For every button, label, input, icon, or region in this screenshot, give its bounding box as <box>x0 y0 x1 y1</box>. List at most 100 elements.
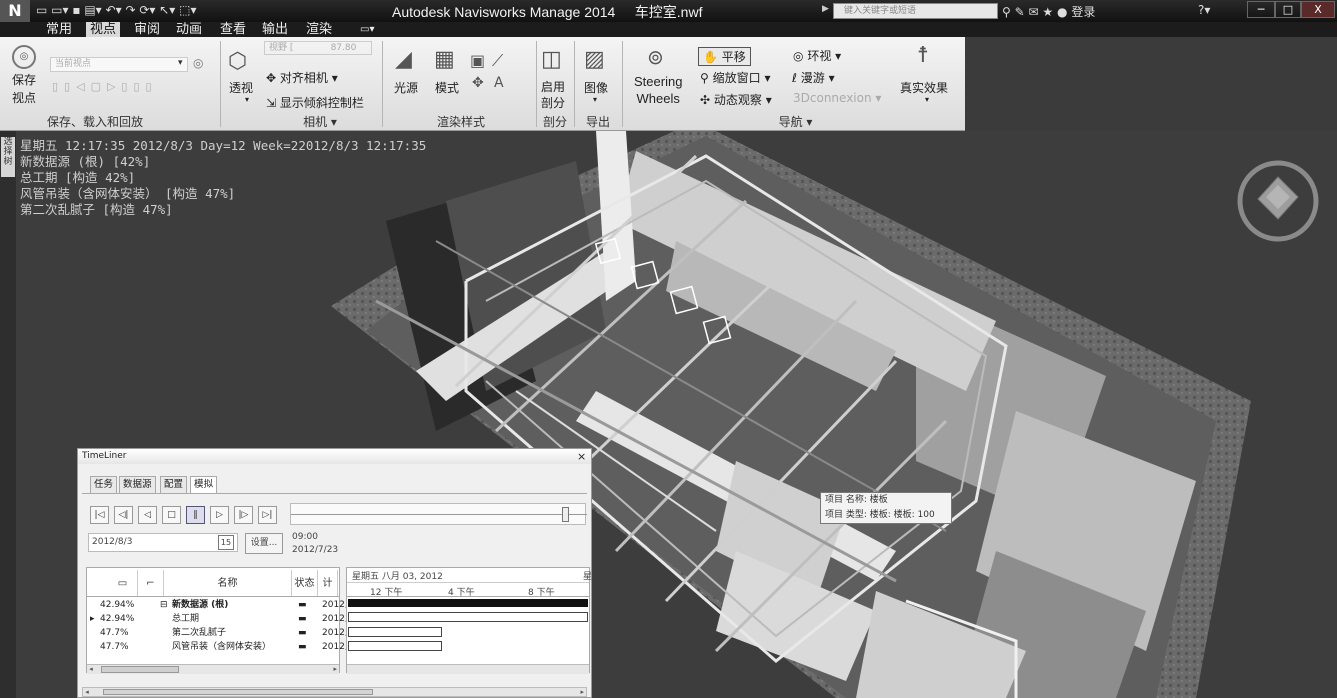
gantt-date-header: 星期五 八月 03, 2012 <box>352 572 443 582</box>
table-row[interactable]: 47.7% 第二次乱腻子 ▬ 2012, <box>90 627 348 639</box>
tab-view[interactable]: 查看 <box>216 22 250 37</box>
redo-icon[interactable]: ↷ <box>125 3 135 17</box>
viewpoint-dropdown[interactable]: 当前视点 <box>50 57 188 72</box>
realism-button[interactable]: 真实效果 <box>900 79 948 96</box>
pause-icon[interactable]: ‖ <box>186 506 205 524</box>
3dconnexion-button[interactable]: 3Dconnexion <box>793 91 872 105</box>
select-box-icon[interactable]: ⬚▾ <box>179 3 196 17</box>
row-plan-date: 2012, <box>322 600 348 610</box>
ribbon-options-icon[interactable]: ▭▾ <box>356 22 378 37</box>
simulation-progress-track[interactable] <box>290 503 587 525</box>
table-row[interactable]: 47.7% 风管吊装（含网体安装） ▬ 2012, <box>90 641 348 653</box>
search-input[interactable]: 键入关键字或短语 <box>833 3 998 19</box>
communication-icon[interactable]: ✉ <box>1029 5 1039 19</box>
fov-field[interactable]: 视野 [ 87.80 <box>264 41 372 55</box>
play-icon[interactable]: ▷ <box>210 506 229 524</box>
row-percent: 47.7% <box>100 628 129 638</box>
subscription-icon[interactable]: ✎ <box>1015 5 1025 19</box>
save-icon[interactable]: ▪ <box>72 3 80 17</box>
simulation-time: 09:00 <box>292 532 318 542</box>
tab-output[interactable]: 输出 <box>258 22 292 37</box>
viewcube[interactable] <box>1234 157 1322 245</box>
play-reverse-icon[interactable]: ◁ <box>138 506 157 524</box>
orbit-button[interactable]: 动态观察 <box>714 93 762 107</box>
print-icon[interactable]: ▤▾ <box>84 3 101 17</box>
tab-data-sources[interactable]: 数据源 <box>119 476 156 494</box>
pan-button[interactable]: ✋ 平移 <box>698 47 751 66</box>
gantt-bar-total <box>348 612 588 622</box>
light-button[interactable]: 光源 <box>394 79 418 96</box>
tab-viewpoint[interactable]: 视点 <box>86 22 121 37</box>
timeliner-titlebar[interactable]: TimeLiner <box>78 449 591 464</box>
image-dropdown-icon[interactable]: ▾ <box>593 95 597 104</box>
timeliner-window: TimeLiner × 任务 数据源 配置 模拟 |◁ ◁| ◁ □ ‖ ▷ |… <box>77 448 592 698</box>
open-file-icon[interactable]: ▭▾ <box>51 3 68 17</box>
grid-hscrollbar[interactable]: ◂ ▸ <box>87 664 339 674</box>
section-icon: ◫ <box>541 47 562 72</box>
walk-button[interactable]: 漫游 <box>801 71 825 85</box>
calendar-button[interactable]: 15 <box>218 535 234 550</box>
simulation-slider-thumb[interactable] <box>562 507 569 522</box>
login-link[interactable]: 登录 <box>1071 5 1095 19</box>
save-viewpoint-icon[interactable]: ◎ <box>12 45 36 69</box>
align-camera-button[interactable]: 对齐相机 <box>280 71 328 85</box>
zoom-window-button[interactable]: 缩放窗口 <box>713 71 761 85</box>
timeliner-hscrollbar[interactable]: ◂ ▸ <box>82 687 587 697</box>
tab-animation[interactable]: 动画 <box>172 22 206 37</box>
binoculars-icon[interactable]: ⚲ <box>1002 5 1011 19</box>
user-icon[interactable]: ● <box>1057 5 1067 19</box>
tab-home[interactable]: 常用 <box>42 22 76 37</box>
undo-icon[interactable]: ↶▾ <box>106 3 122 17</box>
favorites-icon[interactable]: ★ <box>1042 5 1053 19</box>
camera-settings-icon[interactable]: ◎ <box>193 56 203 70</box>
table-row[interactable]: 42.94% ⊟ 新数据源 (根) ▬ 2012, <box>90 599 348 611</box>
lines-icon[interactable]: ⟋ <box>492 51 503 71</box>
maximize-button[interactable]: □ <box>1275 1 1301 18</box>
tab-configure[interactable]: 配置 <box>160 476 188 494</box>
points-icon[interactable]: ✥ <box>472 75 484 91</box>
forward-end-icon[interactable]: ▷| <box>258 506 277 524</box>
tab-simulate[interactable]: 模拟 <box>190 476 218 494</box>
refresh-icon[interactable]: ⟳▾ <box>139 3 155 17</box>
table-row[interactable]: ▸ 42.94% 总工期 ▬ 2012, <box>90 613 348 625</box>
perspective-dropdown-icon[interactable]: ▾ <box>245 95 249 104</box>
close-button[interactable]: X <box>1301 1 1335 18</box>
show-tilt-button[interactable]: 显示倾斜控制栏 <box>280 96 364 110</box>
save-viewpoint-button[interactable]: 保存 视点 <box>12 71 36 107</box>
minimize-button[interactable]: ─ <box>1247 1 1275 18</box>
mode-button[interactable]: 模式 <box>435 79 459 96</box>
ribbon: ◎ 保存 视点 当前视点 ▾ ◎ ▯▯◁▢▷▯▯▯ 保存、载入和回放 ⬡ 透视 … <box>0 37 965 131</box>
enable-section-button[interactable]: 启用 剖分 <box>541 79 565 111</box>
steering-wheels-button[interactable]: Steering Wheels <box>634 73 682 107</box>
stop-icon[interactable]: □ <box>162 506 181 524</box>
column-active-icon: ▭ <box>108 570 138 597</box>
simulation-date-field[interactable]: 2012/8/3 <box>88 533 238 552</box>
tab-render[interactable]: 渲染 <box>302 22 336 37</box>
gantt-hscrollbar[interactable] <box>347 664 589 674</box>
row-name: 新数据源 (根) <box>172 600 229 610</box>
tab-tasks[interactable]: 任务 <box>90 476 118 494</box>
search-expand-icon[interactable]: ▶ <box>822 4 829 14</box>
help-icon[interactable]: ?▾ <box>1198 3 1210 17</box>
dropdown-arrow-icon[interactable]: ▾ <box>178 58 183 68</box>
step-forward-icon[interactable]: |▷ <box>234 506 253 524</box>
perspective-button[interactable]: 透视 <box>229 79 253 96</box>
row-expander[interactable]: ⊟ <box>160 599 168 611</box>
quick-access-toolbar[interactable]: ▭ ▭▾ ▪ ▤▾ ↶▾ ↷ ⟳▾ ↖▾ ⬚▾ <box>36 3 197 17</box>
tab-review[interactable]: 审阅 <box>130 22 164 37</box>
surface-icon[interactable]: ▣ <box>470 51 485 70</box>
row-percent: 42.94% <box>100 614 135 624</box>
app-menu-button[interactable]: N <box>0 0 30 22</box>
realism-dropdown-icon[interactable]: ▾ <box>925 95 929 104</box>
selection-tree-tab[interactable]: 选择树 <box>1 137 15 177</box>
timeliner-close-button[interactable]: × <box>577 449 586 464</box>
look-around-button[interactable]: 环视 <box>807 49 831 63</box>
rewind-start-icon[interactable]: |◁ <box>90 506 109 524</box>
text-icon[interactable]: A <box>494 75 504 91</box>
settings-button[interactable]: 设置... <box>245 533 283 554</box>
look-around-icon: ◎ <box>793 49 804 63</box>
select-icon[interactable]: ↖▾ <box>159 3 175 17</box>
new-file-icon[interactable]: ▭ <box>36 3 47 17</box>
step-back-icon[interactable]: ◁| <box>114 506 133 524</box>
image-button[interactable]: 图像 <box>584 79 608 96</box>
